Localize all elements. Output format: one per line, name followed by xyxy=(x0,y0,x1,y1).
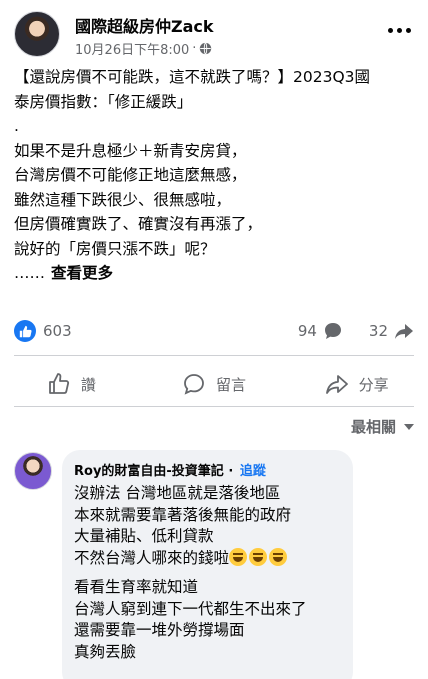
follow-link[interactable]: 追蹤 xyxy=(240,464,266,479)
comment-icon xyxy=(184,374,204,395)
comment-bubble-icon xyxy=(324,323,341,339)
comment-line: 真夠丟臉 xyxy=(74,642,137,661)
comment-line: 看看生育率就知道 xyxy=(74,578,199,596)
post-line: 【還說房價不可能跌，這不就跌了嗎？】2023Q3國 xyxy=(14,68,371,86)
commenter-avatar[interactable] xyxy=(14,452,52,490)
like-reaction-icon[interactable] xyxy=(14,320,36,342)
post-line: 雖然這種下跌很少、很無感啦， xyxy=(14,190,232,209)
ellipsis: …… xyxy=(14,264,45,282)
comment-line: 大量補貼、低利貸款 xyxy=(74,527,214,545)
globe-icon xyxy=(200,42,212,55)
post-meta: 10月26日下午8:00 · xyxy=(75,39,212,58)
divider xyxy=(14,355,414,356)
laughing-emoji-icon xyxy=(249,547,268,566)
comment-author[interactable]: Roy的財富自由-投資筆記 xyxy=(74,464,224,479)
comment-line: 本來就需要靠著落後無能的政府 xyxy=(74,505,292,524)
comment-line: 沒辦法 台灣地區就是落後地區 xyxy=(74,484,281,502)
comment-line: 不然台灣人哪來的錢啦 xyxy=(74,548,230,567)
comment-line-with-emoji: 不然台灣人哪來的錢啦 xyxy=(74,547,341,570)
post-line: . xyxy=(14,117,19,135)
caret-down-icon xyxy=(404,423,414,430)
action-bar: 讚 留言 分享 xyxy=(0,362,428,406)
post-timestamp[interactable]: 10月26日下午8:00 xyxy=(75,39,189,58)
laughing-emoji-icon xyxy=(229,547,248,566)
see-more-link[interactable]: 查看更多 xyxy=(51,264,113,282)
share-label: 分享 xyxy=(358,375,389,394)
post-line: 台灣房價不可能修正地這麼無感， xyxy=(14,166,247,184)
comment-sort-dropdown[interactable]: 最相關 xyxy=(351,416,414,437)
laughing-emoji-icon xyxy=(269,547,288,566)
sort-label: 最相關 xyxy=(350,418,396,436)
author-avatar[interactable] xyxy=(14,11,60,57)
more-options-icon[interactable] xyxy=(388,24,412,36)
thumbs-up-icon xyxy=(48,373,69,394)
reaction-summary: 603 94 32 xyxy=(14,319,414,343)
post-line: 說好的「房價只漲不跌」呢？ xyxy=(14,239,216,258)
divider xyxy=(14,406,414,407)
post-line: 泰房價指數：「修正緩跌」 xyxy=(14,92,193,111)
comment-count[interactable]: 94 xyxy=(298,322,317,340)
comment-separator: · xyxy=(228,464,234,479)
post-header: 國際超級房仲Zack 10月26日下午8:00 · xyxy=(0,0,428,62)
comment-button[interactable]: 留言 xyxy=(143,362,286,406)
post-line: 但房價確實跌了、確實沒有再漲了， xyxy=(14,215,263,233)
like-button[interactable]: 讚 xyxy=(0,362,143,406)
comment-header: Roy的財富自由-投資筆記 · 追蹤 xyxy=(74,460,341,479)
post-body: 【還說房價不可能跌，這不就跌了嗎？】2023Q3國 泰房價指數：「修正緩跌」 .… xyxy=(14,65,414,286)
post-line: 如果不是升息極少＋新青安房貸， xyxy=(14,141,247,160)
meta-separator: · xyxy=(192,41,197,56)
comment-line: 台灣人窮到連下一代都生不出來了 xyxy=(74,599,307,618)
comment-label: 留言 xyxy=(216,375,247,394)
share-arrow-icon xyxy=(395,324,413,339)
post-line-last: …… 查看更多 xyxy=(14,261,414,286)
comment-line: 還需要靠一堆外勞撐場面 xyxy=(74,621,245,639)
like-label: 讚 xyxy=(80,375,96,394)
share-icon xyxy=(325,375,348,394)
post-author[interactable]: 國際超級房仲Zack xyxy=(75,13,214,37)
engagement-counts: 94 32 xyxy=(298,321,414,341)
comment-text: 沒辦法 台灣地區就是落後地區 本來就需要靠著落後無能的政府 大量補貼、低利貸款 … xyxy=(74,483,341,663)
like-count[interactable]: 603 xyxy=(43,322,72,340)
share-button[interactable]: 分享 xyxy=(285,362,428,406)
share-count[interactable]: 32 xyxy=(369,322,388,340)
comment-bubble: Roy的財富自由-投資筆記 · 追蹤 沒辦法 台灣地區就是落後地區 本來就需要靠… xyxy=(62,450,353,679)
